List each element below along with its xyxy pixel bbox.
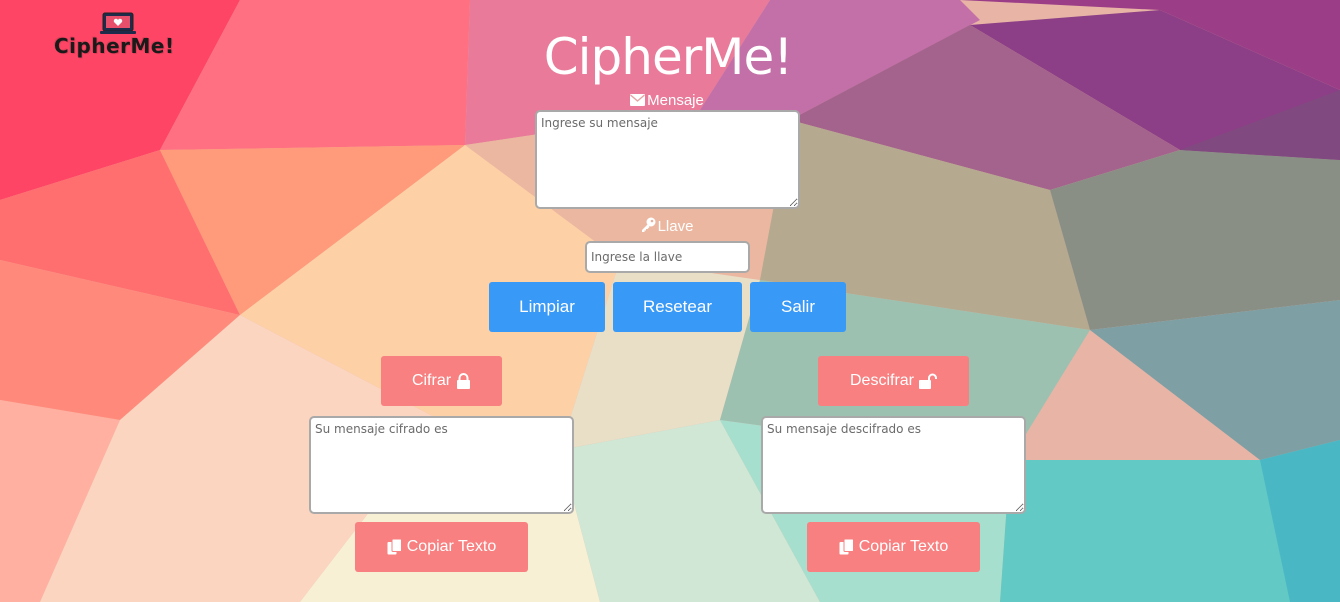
decrypt-button-label: Descifrar [849, 372, 914, 389]
envelope-icon [630, 94, 646, 106]
encrypt-button[interactable]: Cifrar [381, 356, 502, 406]
encrypt-button-label: Cifrar [411, 372, 452, 389]
key-input[interactable] [585, 241, 750, 273]
decrypt-button[interactable]: Descifrar [818, 356, 969, 406]
copy-icon [839, 539, 854, 555]
exit-button[interactable]: Salir [750, 282, 846, 332]
key-label: Llave [567, 217, 767, 235]
key-icon [641, 217, 656, 232]
message-input[interactable] [535, 110, 800, 209]
key-label-text: Llave [657, 218, 694, 235]
copy-decrypted-label: Copiar Texto [858, 538, 949, 555]
copy-icon [387, 539, 402, 555]
message-label-text: Mensaje [647, 92, 704, 109]
page-title: CipherMe! [543, 28, 794, 86]
unlock-icon [919, 373, 937, 389]
decrypted-output[interactable] [761, 416, 1026, 514]
clear-button[interactable]: Limpiar [489, 282, 605, 332]
encrypted-output[interactable] [309, 416, 574, 514]
message-label: Mensaje [567, 92, 767, 109]
reset-button[interactable]: Resetear [613, 282, 742, 332]
copy-encrypted-label: Copiar Texto [406, 538, 497, 555]
copy-decrypted-button[interactable]: Copiar Texto [807, 522, 980, 572]
lock-icon [457, 373, 471, 389]
copy-encrypted-button[interactable]: Copiar Texto [355, 522, 528, 572]
